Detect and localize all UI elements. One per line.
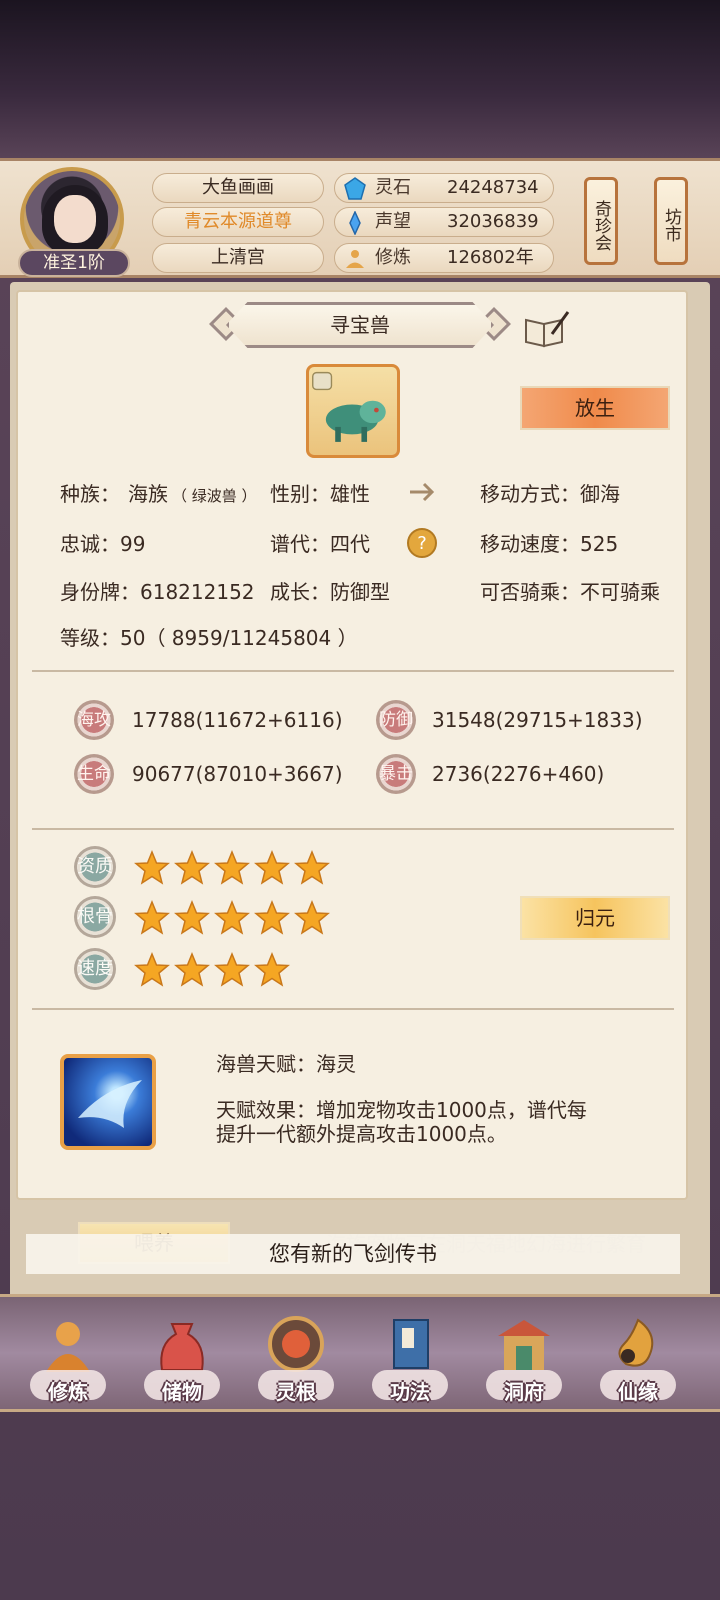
star-icon <box>254 952 290 987</box>
star-icon <box>214 900 250 935</box>
prestige-value: 32036839 <box>447 211 539 232</box>
book-quill-icon[interactable] <box>522 310 570 350</box>
star-icon <box>254 900 290 935</box>
speed-badge: 速度 <box>74 948 116 990</box>
talent-skill-icon[interactable] <box>60 1054 156 1150</box>
star-icon <box>294 900 330 935</box>
level: 等级：50（ 8959/11245804 ） <box>60 626 358 650</box>
prestige-row: 声望 32036839 <box>334 207 554 237</box>
star-icon <box>134 952 170 987</box>
cultivation-value: 126802年 <box>447 247 534 268</box>
cultivate-monk-icon <box>46 1322 90 1372</box>
nav-label-storage: 储物 <box>162 1380 202 1404</box>
stat-badge-crit: 暴击 <box>376 754 416 794</box>
market-button[interactable]: 坊市 <box>654 177 688 265</box>
nav-cultivate[interactable]: 修炼 <box>20 1306 116 1410</box>
storage-bag-icon <box>160 1323 204 1371</box>
treasure-shop-button[interactable]: 奇珍会 <box>584 177 618 265</box>
divider <box>32 828 674 830</box>
star-icon <box>174 952 210 987</box>
gender: 性别：雄性 <box>270 482 370 506</box>
aptitude-badge: 资质 <box>74 846 116 888</box>
nav-label-cave-mansion: 洞府 <box>504 1380 544 1404</box>
star-icon <box>294 850 330 885</box>
star-icon <box>174 850 210 885</box>
nav-technique[interactable]: 功法 <box>362 1306 458 1410</box>
talent-name: 海兽天赋：海灵 <box>216 1052 356 1076</box>
talent-effect-line2: 提升一代额外提高攻击1000点。 <box>216 1122 507 1146</box>
stat-value-life: 90677(87010+3667) <box>132 762 343 786</box>
star-icon <box>214 952 250 987</box>
nav-cave-mansion[interactable]: 洞府 <box>476 1306 572 1410</box>
nav-storage[interactable]: 储物 <box>134 1306 230 1410</box>
immortal-fate-icon <box>618 1318 654 1367</box>
race-value: 海族 <box>128 482 168 506</box>
move-type: 移动方式：御海 <box>480 482 620 506</box>
player-name: 大鱼画画 <box>152 173 324 203</box>
star-icon <box>174 900 210 935</box>
star-icon <box>134 850 170 885</box>
technique-book-icon <box>393 1319 429 1369</box>
sea-spirit-icon <box>78 1080 142 1128</box>
spirit-stone-row: 灵石 24248734 <box>334 173 554 203</box>
spirit-root-icon <box>268 1316 324 1372</box>
nav-spirit-root[interactable]: 灵根 <box>248 1306 344 1410</box>
root-bone-badge: 根骨 <box>74 896 116 938</box>
stat-badge-sea-attack: 海攻 <box>74 700 114 740</box>
divider <box>32 1008 674 1010</box>
gender-male-icon <box>410 482 435 502</box>
star-icon <box>254 850 290 885</box>
pet-creature-icon <box>312 371 386 442</box>
generation: 谱代：四代 <box>270 532 370 556</box>
avatar-face <box>54 195 96 243</box>
help-icon[interactable]: ? <box>406 527 438 559</box>
loyalty: 忠诚：99 <box>60 532 146 556</box>
nav-label-immortal-fate: 仙缘 <box>618 1380 658 1404</box>
star-icon <box>134 900 170 935</box>
rideable: 可否骑乘：不可骑乘 <box>480 580 660 604</box>
spirit-stone-icon <box>344 177 366 200</box>
cultivation-label: 修炼 <box>375 247 411 268</box>
rank-badge: 准圣1阶 <box>18 249 130 277</box>
svg-text:?: ? <box>417 533 427 554</box>
cultivation-row: 修炼 126802年 <box>334 243 554 273</box>
cultivation-icon <box>346 250 364 268</box>
pet-portrait[interactable] <box>306 364 400 458</box>
stat-value-defense: 31548(29715+1833) <box>432 708 643 732</box>
prestige-icon <box>349 211 361 235</box>
stat-badge-defense: 防御 <box>376 700 416 740</box>
stat-value-sea-attack: 17788(11672+6116) <box>132 708 343 732</box>
id-tag: 身份牌：618212152 <box>60 580 255 604</box>
panel-title: 寻宝兽 <box>226 302 494 348</box>
player-sect: 上清宫 <box>152 243 324 273</box>
spirit-stone-value: 24248734 <box>447 177 539 198</box>
nav-label-technique: 功法 <box>390 1380 430 1404</box>
nav-immortal-fate[interactable]: 仙缘 <box>590 1306 686 1410</box>
spirit-stone-label: 灵石 <box>375 177 411 198</box>
star-icon <box>214 850 250 885</box>
race-subtype: （ 绿波兽 ） <box>172 487 257 505</box>
stat-badge-life: 生命 <box>74 754 114 794</box>
return-origin-button[interactable]: 归元 <box>520 896 670 940</box>
player-title[interactable]: 青云本源道尊 <box>152 207 324 237</box>
release-button[interactable]: 放生 <box>520 386 670 430</box>
move-speed: 移动速度：525 <box>480 532 619 556</box>
nav-label-spirit-root: 灵根 <box>276 1380 316 1404</box>
flying-sword-toast[interactable]: 您有新的飞剑传书 <box>26 1234 680 1274</box>
growth-type: 成长：防御型 <box>270 580 390 604</box>
cave-mansion-icon <box>498 1320 550 1370</box>
player-header: 准圣1阶 大鱼画画 青云本源道尊 上清宫 灵石 24248734 声望 3203… <box>0 158 720 278</box>
stat-value-crit: 2736(2276+460) <box>432 762 605 786</box>
nav-label-cultivate: 修炼 <box>48 1380 88 1404</box>
prestige-label: 声望 <box>375 211 411 232</box>
divider <box>32 670 674 672</box>
race-label: 种族： <box>60 482 120 506</box>
